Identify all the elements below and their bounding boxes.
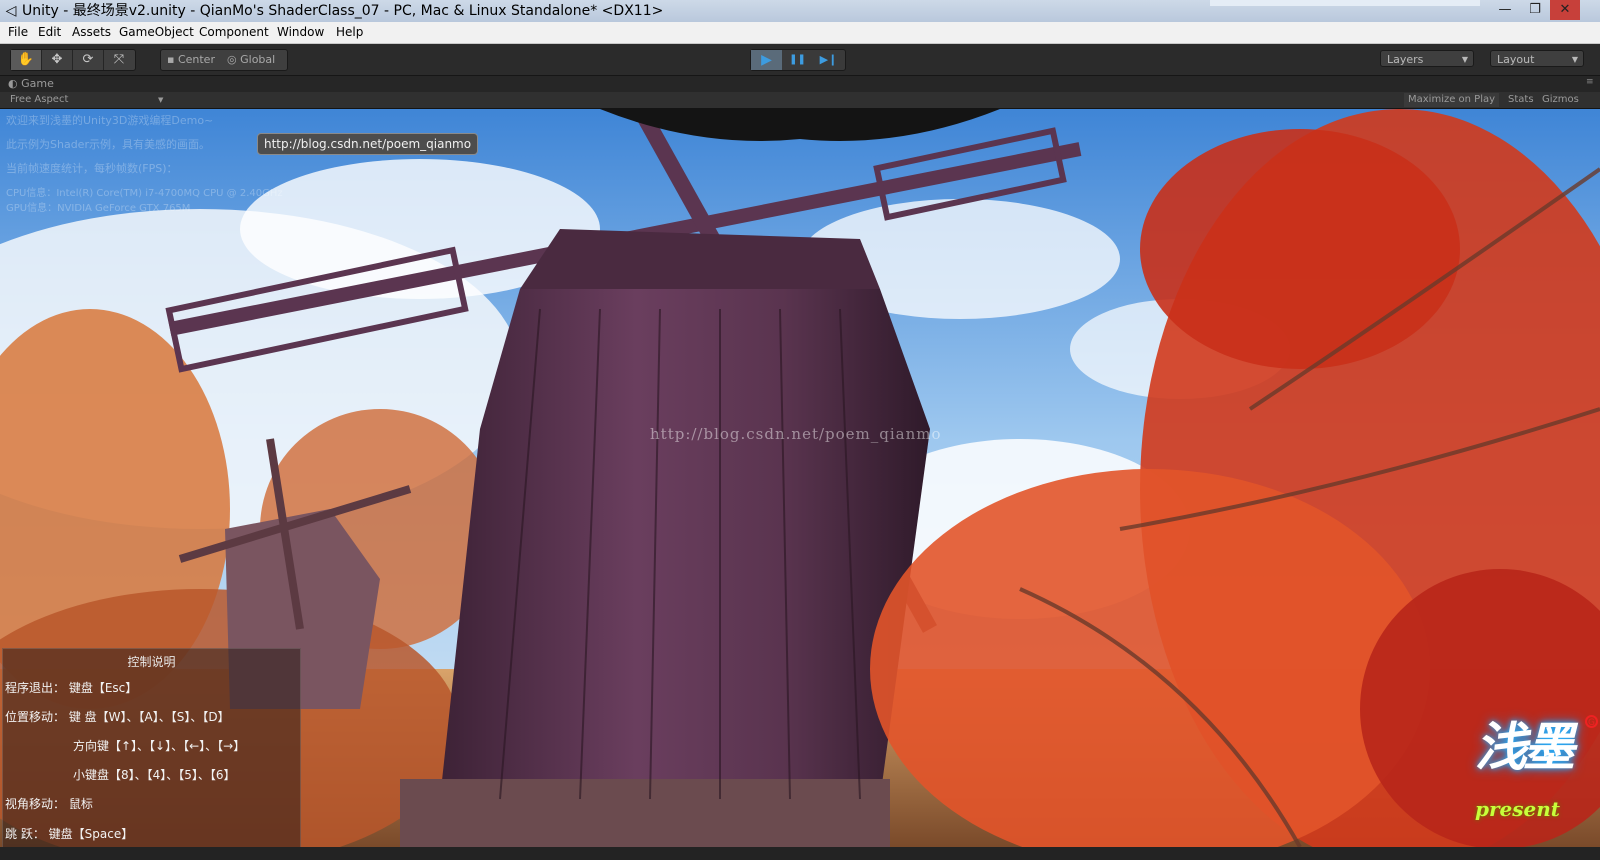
qianmo-logo: 浅墨 present G bbox=[1465, 711, 1600, 845]
tab-game[interactable]: ◐ Game bbox=[8, 77, 54, 91]
menu-window[interactable]: Window bbox=[277, 24, 324, 41]
controls-title: 控制说明 bbox=[127, 655, 176, 669]
menu-help[interactable]: Help bbox=[336, 24, 363, 41]
hud-line: CPU信息：Intel(R) Core(TM) i7-4700MQ CPU @ … bbox=[6, 188, 283, 199]
toolbar: ✋ ✥ ⟳ ⤧ ▪ Center ◎ Global ▶ ❚❚ ▶❙ Layers… bbox=[0, 44, 1600, 76]
menu-assets[interactable]: Assets bbox=[72, 24, 111, 41]
unity-icon: ◁ bbox=[5, 3, 17, 19]
controls-panel: 控制说明 程序退出： 键盘【Esc】 位置移动： 键 盘【W】、【A】、【S】、… bbox=[2, 648, 301, 847]
game-view-header: ◐ Game ≡ bbox=[0, 76, 1600, 92]
logo-mark-icon: G bbox=[1585, 715, 1598, 728]
title-bar-highlight bbox=[1210, 0, 1480, 6]
stats-toggle[interactable]: Stats bbox=[1508, 93, 1534, 107]
rotate-icon[interactable]: ⟳ bbox=[73, 50, 104, 70]
logo-text: 浅墨 bbox=[1475, 717, 1575, 778]
pivot-center-label: Center bbox=[177, 53, 215, 66]
hud-line: 当前帧速度统计，每秒帧数(FPS)： bbox=[6, 162, 178, 175]
playback-controls: ▶ ❚❚ ▶❙ bbox=[750, 49, 846, 71]
transform-tools: ✋ ✥ ⟳ ⤧ bbox=[10, 49, 136, 71]
menu-file[interactable]: File bbox=[8, 24, 28, 41]
scale-icon[interactable]: ⤧ bbox=[104, 50, 134, 70]
chevron-down-icon: ▼ bbox=[1571, 55, 1578, 64]
layers-label: Layers bbox=[1387, 53, 1424, 66]
status-bar bbox=[0, 847, 1600, 860]
maximize-on-play-toggle[interactable]: Maximize on Play bbox=[1404, 93, 1500, 107]
window-title-bar: ◁ Unity - 最终场景v2.unity - QianMo's Shader… bbox=[0, 0, 1600, 22]
close-button[interactable]: ✕ bbox=[1550, 0, 1580, 20]
menu-component[interactable]: Component bbox=[199, 24, 269, 41]
control-jump: 跳 跃： 键盘【Space】 bbox=[5, 827, 134, 841]
chevron-down-icon: ▼ bbox=[1461, 55, 1468, 64]
pivot-global-label: Global bbox=[240, 53, 276, 66]
pivot-global-button[interactable]: ◎ Global bbox=[227, 50, 275, 70]
control-numpad: 小键盘【8】、【4】、【5】、【6】 bbox=[73, 768, 236, 782]
game-icon: ◐ bbox=[8, 77, 22, 90]
layers-dropdown[interactable]: Layers ▼ bbox=[1380, 50, 1474, 67]
step-button[interactable]: ▶❙ bbox=[813, 50, 844, 70]
menu-bar: File Edit Assets GameObject Component Wi… bbox=[0, 22, 1600, 44]
control-look: 视角移动： 鼠标 bbox=[5, 797, 93, 811]
move-icon[interactable]: ✥ bbox=[42, 50, 73, 70]
window-title: Unity - 最终场景v2.unity - QianMo's ShaderCl… bbox=[22, 3, 664, 19]
control-arrows: 方向键【↑】、【↓】、【←】、【→】 bbox=[73, 739, 246, 753]
game-view-controls: Free Aspect ▼ Maximize on Play Stats Giz… bbox=[0, 92, 1600, 109]
layout-label: Layout bbox=[1497, 53, 1535, 66]
control-exit: 程序退出： 键盘【Esc】 bbox=[5, 681, 138, 695]
menu-edit[interactable]: Edit bbox=[38, 24, 61, 41]
pause-button[interactable]: ❚❚ bbox=[782, 50, 813, 70]
blog-url-badge[interactable]: http://blog.csdn.net/poem_qianmo bbox=[257, 133, 479, 155]
hud-line: 欢迎来到浅墨的Unity3D游戏编程Demo~ bbox=[6, 114, 214, 127]
menu-gameobject[interactable]: GameObject bbox=[119, 24, 194, 41]
chevron-down-icon: ▼ bbox=[158, 96, 164, 104]
hud-line: GPU信息：NVIDIA GeForce GTX 765M bbox=[6, 203, 191, 214]
maximize-button[interactable]: ❐ bbox=[1520, 0, 1550, 20]
minimize-button[interactable]: — bbox=[1490, 0, 1520, 20]
gizmos-dropdown[interactable]: Gizmos bbox=[1542, 93, 1579, 107]
pivot-center-button[interactable]: ▪ Center bbox=[167, 50, 215, 70]
control-move: 位置移动： 键 盘【W】、【A】、【S】、【D】 bbox=[5, 710, 230, 724]
game-viewport[interactable]: 欢迎来到浅墨的Unity3D游戏编程Demo~ 此示例为Shader示例，具有美… bbox=[0, 109, 1600, 847]
hand-icon[interactable]: ✋ bbox=[11, 50, 42, 70]
layout-dropdown[interactable]: Layout ▼ bbox=[1490, 50, 1584, 67]
play-button[interactable]: ▶ bbox=[751, 50, 782, 70]
hud-line: 此示例为Shader示例，具有美感的画面。 bbox=[6, 138, 210, 151]
logo-subtitle: present bbox=[1475, 797, 1561, 821]
aspect-dropdown[interactable]: Free Aspect bbox=[10, 93, 68, 107]
pivot-toggles: ▪ Center ◎ Global bbox=[160, 49, 288, 71]
tab-game-label: Game bbox=[21, 77, 54, 90]
tab-menu-icon[interactable]: ≡ bbox=[1586, 77, 1594, 87]
watermark-text: http://blog.csdn.net/poem_qianmo bbox=[650, 425, 942, 443]
